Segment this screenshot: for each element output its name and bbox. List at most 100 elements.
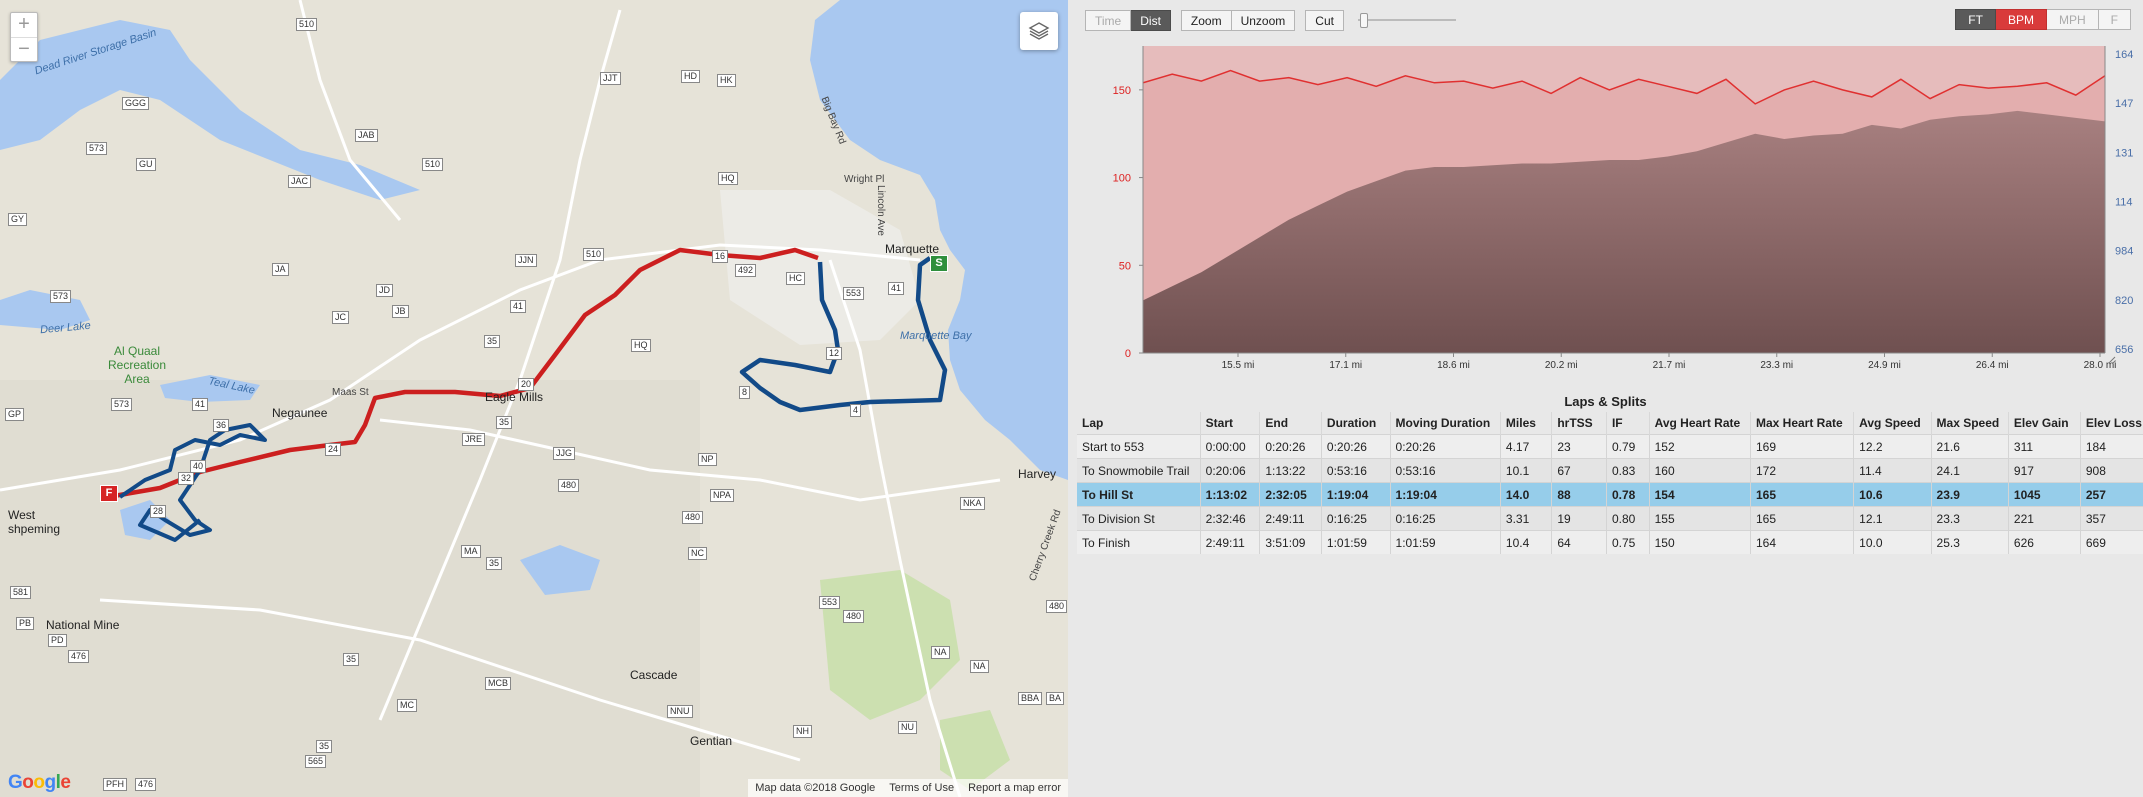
column-header[interactable]: hrTSS <box>1551 412 1607 435</box>
lap-cell: 311 <box>2008 434 2081 459</box>
x-tick-label: 26.4 mi <box>1976 360 2009 371</box>
road-shield: BA <box>1046 692 1065 705</box>
lap-cell: 2:49:11 <box>1200 530 1261 554</box>
lap-cell: Start to 553 <box>1077 434 1201 459</box>
lap-row[interactable]: Start to 553 0:00:00 0:20:26 0:20:26 0:20:26… <box>1077 434 2143 459</box>
zoom-button[interactable]: Zoom <box>1180 9 1232 31</box>
x-tick-label: 17.1 mi <box>1329 360 1362 371</box>
map-layers-button[interactable] <box>1020 12 1058 50</box>
road-shield: PD <box>48 634 67 647</box>
y-left-tick-label: 50 <box>1119 260 1131 272</box>
road-shield: 565 <box>305 755 327 768</box>
lap-cell: 21.6 <box>1931 434 2009 459</box>
lap-cell: 0:53:16 <box>1390 458 1501 483</box>
lap-row[interactable]: To Finish 2:49:11 3:51:09 1:01:59 1:01:59 10.… <box>1077 530 2143 554</box>
unit-f-button[interactable]: F <box>2098 9 2131 30</box>
lap-cell: 0:20:06 <box>1200 458 1261 483</box>
road-shield: 573 <box>111 398 133 411</box>
route-map[interactable]: Marquette Marquette Bay Negaunee Eagle M… <box>0 0 1068 797</box>
terms-of-use-link[interactable]: Terms of Use <box>882 782 961 794</box>
lap-cell: 0:00:00 <box>1200 434 1261 459</box>
road-shield: 35 <box>486 557 503 570</box>
unit-ft-button[interactable]: FT <box>1955 9 1996 30</box>
road-shield: 32 <box>178 472 195 485</box>
column-header[interactable]: End <box>1259 412 1322 435</box>
lap-cell: 2:49:11 <box>1259 506 1322 531</box>
road-shield: NKA <box>960 497 985 510</box>
lap-cell: 1:19:04 <box>1390 482 1501 507</box>
road-shield: HQ <box>718 172 738 185</box>
map-zoom-control: + − <box>10 12 38 62</box>
lap-cell: 2:32:46 <box>1200 506 1261 531</box>
report-map-error-link[interactable]: Report a map error <box>961 782 1068 794</box>
y-left-tick-label: 0 <box>1125 348 1131 360</box>
laps-table: Lap Start End Duration Moving Duration Miles h… <box>1077 412 2143 554</box>
chart-zoom-slider[interactable] <box>1357 10 1456 30</box>
lap-cell: 0.79 <box>1606 434 1650 459</box>
column-header[interactable]: Start <box>1200 412 1261 435</box>
lap-cell: 160 <box>1649 458 1751 483</box>
label-wright-pl: Wright Pl <box>844 174 885 185</box>
road-shield: JB <box>392 305 409 318</box>
road-shield: 510 <box>583 248 605 261</box>
road-shield: 553 <box>843 287 865 300</box>
lap-cell: 12.1 <box>1853 506 1932 531</box>
road-shield: 573 <box>86 142 108 155</box>
column-header[interactable]: Duration <box>1321 412 1391 435</box>
time-axis-button[interactable]: Time <box>1085 9 1132 31</box>
distance-axis-button[interactable]: Dist <box>1131 9 1171 31</box>
lap-cell: To Hill St <box>1077 482 1201 507</box>
column-header[interactable]: Moving Duration <box>1390 412 1501 435</box>
column-header[interactable]: Elev Loss <box>2080 412 2143 435</box>
lap-cell: 10.1 <box>1500 458 1553 483</box>
y-left-tick-label: 100 <box>1113 173 1131 185</box>
map-zoom-out-button[interactable]: − <box>11 38 37 62</box>
road-shield: NP <box>698 453 717 466</box>
lap-cell: 11.4 <box>1853 458 1932 483</box>
column-header[interactable]: Lap <box>1077 412 1201 435</box>
x-tick-label: 15.5 mi <box>1222 360 1255 371</box>
label-national-mine: National Mine <box>46 618 120 632</box>
road-shield: MA <box>461 545 481 558</box>
lap-cell: 1:01:59 <box>1321 530 1391 554</box>
x-tick-label: 23.3 mi <box>1760 360 1793 371</box>
label-cascade: Cascade <box>630 668 678 682</box>
slider-thumb[interactable] <box>1359 13 1368 28</box>
column-header[interactable]: Miles <box>1500 412 1553 435</box>
start-marker-icon[interactable]: S <box>930 255 948 272</box>
lap-cell: To Snowmobile Trail <box>1077 458 1201 483</box>
unzoom-button[interactable]: Unzoom <box>1231 9 1296 31</box>
lap-cell: To Finish <box>1077 530 1201 554</box>
column-header[interactable]: Max Speed <box>1931 412 2009 435</box>
label-gentian: Gentian <box>690 734 733 748</box>
y-right-tick-label: 984 <box>2115 246 2133 258</box>
finish-marker-icon[interactable]: F <box>100 485 118 502</box>
layers-icon <box>1028 22 1050 40</box>
road-shield: BBA <box>1018 692 1043 705</box>
road-shield: JAC <box>288 175 312 188</box>
column-header[interactable]: Avg Speed <box>1853 412 1932 435</box>
column-header[interactable]: Elev Gain <box>2008 412 2081 435</box>
cut-button[interactable]: Cut <box>1305 9 1344 31</box>
lap-cell: To Division St <box>1077 506 1201 531</box>
y-right-tick-label: 656 <box>2115 344 2133 356</box>
lap-cell: 12.2 <box>1853 434 1932 459</box>
road-shield: 36 <box>213 419 230 432</box>
road-shield: PFH <box>103 778 127 791</box>
label-marquette: Marquette <box>885 242 940 256</box>
unit-bpm-button[interactable]: BPM <box>1995 9 2047 30</box>
lap-cell: 221 <box>2008 506 2081 531</box>
column-header[interactable]: IF <box>1606 412 1650 435</box>
column-header[interactable]: Avg Heart Rate <box>1649 412 1751 435</box>
lap-cell: 67 <box>1551 458 1607 483</box>
road-shield: 476 <box>135 778 157 791</box>
lap-cell: 23.3 <box>1931 506 2009 531</box>
unit-mph-button[interactable]: MPH <box>2046 9 2099 30</box>
road-shield: 573 <box>50 290 72 303</box>
map-zoom-in-button[interactable]: + <box>11 13 37 38</box>
lap-row[interactable]: To Hill St 1:13:02 2:32:05 1:19:04 1:19:04 14… <box>1077 482 2143 507</box>
lap-row[interactable]: To Snowmobile Trail 0:20:06 1:13:22 0:53:16… <box>1077 458 2143 483</box>
column-header[interactable]: Max Heart Rate <box>1750 412 1855 435</box>
elevation-heart-rate-chart[interactable]: 0 50 100 150 656 820 984 114 131 147 164 15.5 mi 17.… <box>1068 36 2143 376</box>
lap-row[interactable]: To Division St 2:32:46 2:49:11 0:16:25 0:16:… <box>1077 506 2143 531</box>
